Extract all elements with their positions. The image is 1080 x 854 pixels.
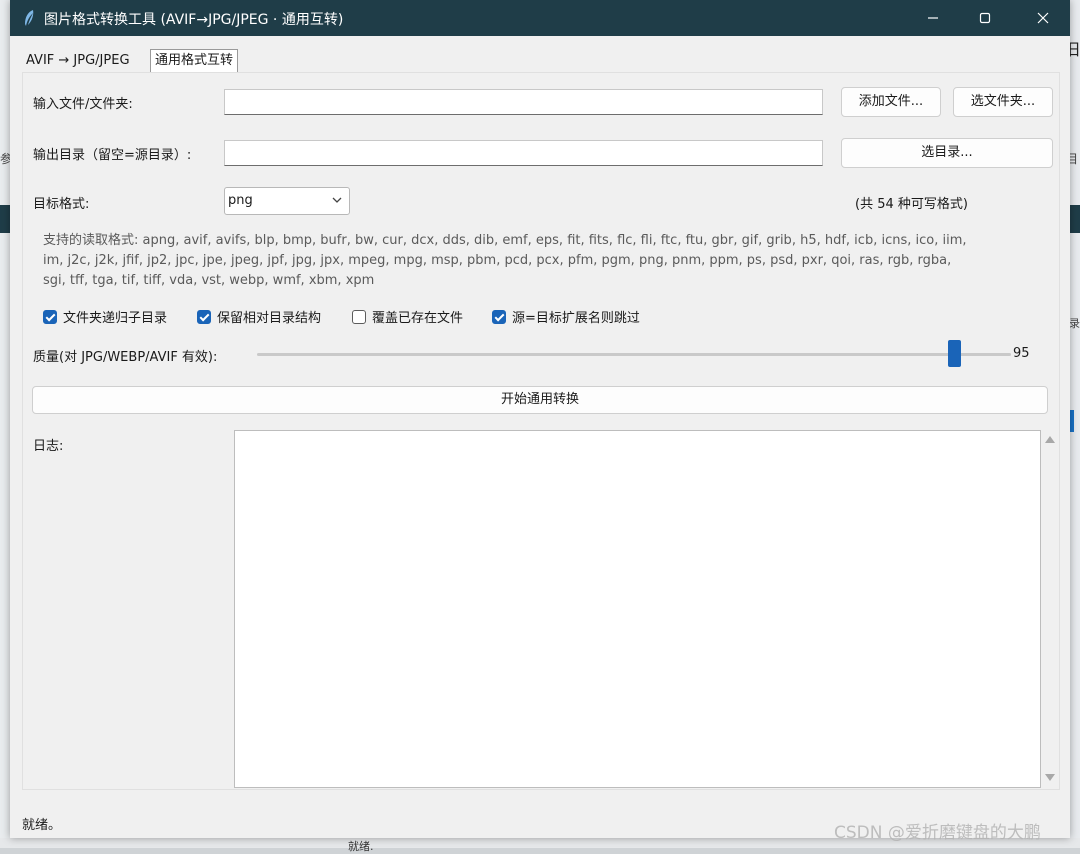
close-button[interactable]	[1020, 0, 1066, 36]
checkbox-skip-same-ext[interactable]: 源=目标扩展名则跳过	[492, 307, 640, 326]
readable-formats-text: 支持的读取格式: apng, avif, avifs, blp, bmp, bu…	[43, 233, 967, 288]
target-format-label: 目标格式:	[33, 197, 90, 212]
input-label: 输入文件/文件夹:	[33, 97, 133, 112]
background-titlebar-left	[0, 205, 10, 233]
tab-panel: 输入文件/文件夹: 添加文件... 选文件夹... 输出目录（留空=源目录）: …	[22, 72, 1060, 790]
quality-slider-track[interactable]	[257, 353, 1011, 356]
quality-label: 质量(对 JPG/WEBP/AVIF 有效):	[33, 350, 218, 365]
checkbox-icon[interactable]	[43, 309, 57, 324]
checkbox-recursive[interactable]: 文件夹递归子目录	[43, 307, 167, 326]
input-path-field[interactable]	[224, 89, 823, 115]
background-status-text: 就绪.	[348, 840, 374, 853]
checkbox-label: 覆盖已存在文件	[372, 311, 464, 326]
target-format-select[interactable]: png	[224, 187, 350, 215]
add-file-button[interactable]: 添加文件...	[841, 87, 941, 117]
window-title: 图片格式转换工具 (AVIF→JPG/JPEG · 通用互转)	[44, 12, 344, 28]
start-convert-button[interactable]: 开始通用转换	[32, 386, 1048, 414]
checkbox-icon[interactable]	[352, 309, 366, 324]
choose-folder-button[interactable]: 选文件夹...	[953, 87, 1053, 117]
minimize-button[interactable]	[910, 0, 956, 36]
title-bar[interactable]: 图片格式转换工具 (AVIF→JPG/JPEG · 通用互转)	[10, 0, 1070, 36]
maximize-button[interactable]	[962, 0, 1008, 36]
tab-universal-convert[interactable]: 通用格式互转	[150, 49, 239, 72]
maximize-icon	[979, 12, 991, 24]
target-format-value: png	[228, 193, 253, 208]
output-dir-field[interactable]	[224, 140, 823, 166]
tab-avif-to-jpg[interactable]: AVIF → JPG/JPEG	[22, 50, 134, 72]
choose-dir-button[interactable]: 选目录...	[841, 138, 1053, 168]
scroll-down-arrow-icon[interactable]	[1045, 774, 1055, 781]
checkbox-label: 保留相对目录结构	[217, 311, 322, 326]
quality-value: 95	[1013, 346, 1030, 361]
log-textarea[interactable]	[234, 430, 1041, 788]
writable-format-count: (共 54 种可写格式)	[855, 197, 968, 212]
checkbox-icon[interactable]	[197, 309, 211, 324]
status-bar-text: 就绪。	[22, 818, 62, 833]
checkbox-icon[interactable]	[492, 309, 506, 324]
checkbox-keep-structure[interactable]: 保留相对目录结构	[197, 307, 321, 326]
background-accent-right	[1070, 410, 1074, 432]
app-window: 图片格式转换工具 (AVIF→JPG/JPEG · 通用互转) AVIF → J…	[10, 0, 1070, 838]
checkbox-overwrite[interactable]: 覆盖已存在文件	[352, 307, 463, 326]
chevron-down-icon	[332, 197, 342, 203]
watermark: CSDN @爱折磨键盘的大鹏	[834, 823, 1041, 843]
scroll-up-arrow-icon[interactable]	[1045, 436, 1055, 443]
log-label: 日志:	[33, 439, 64, 454]
background-window-left	[0, 0, 10, 848]
background-text-right-mid: 录	[1069, 317, 1080, 330]
minimize-icon	[928, 17, 938, 19]
feather-icon	[25, 10, 34, 26]
output-label: 输出目录（留空=源目录）:	[33, 148, 192, 163]
checkbox-label: 文件夹递归子目录	[63, 311, 168, 326]
checkbox-label: 源=目标扩展名则跳过	[512, 311, 640, 326]
quality-slider-thumb[interactable]	[948, 340, 962, 367]
close-icon	[1037, 12, 1049, 24]
